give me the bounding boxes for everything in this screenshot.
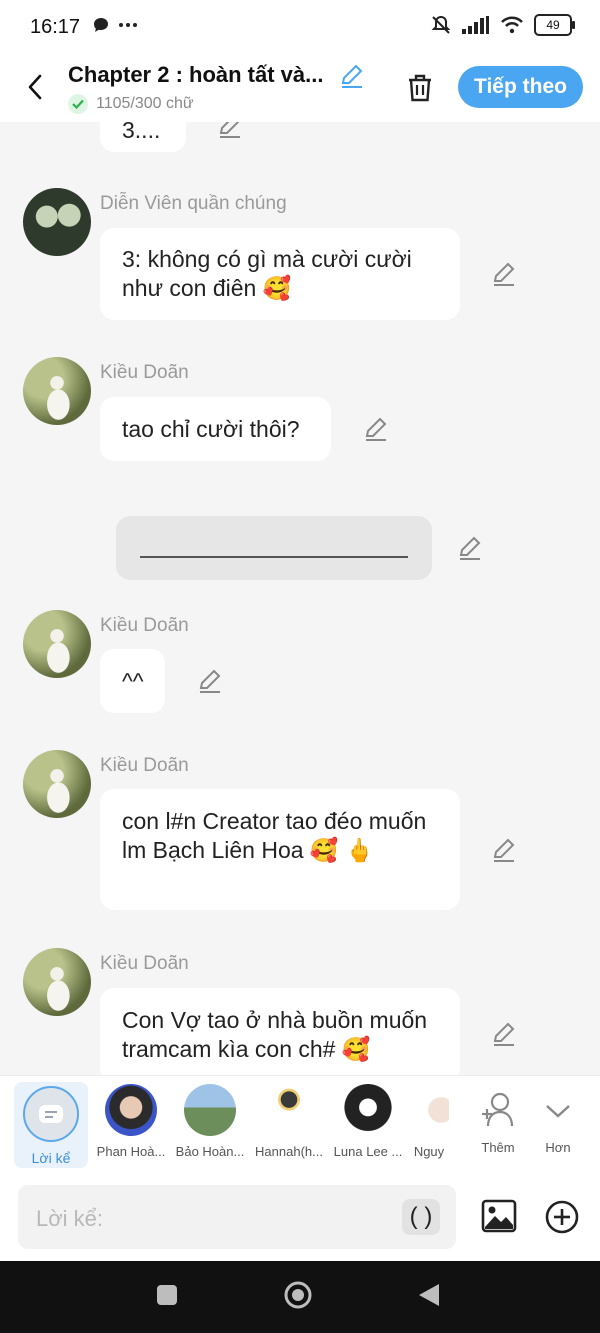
character-item[interactable]: Nguy [409, 1084, 449, 1159]
edit-message-icon[interactable] [490, 260, 518, 288]
word-count: 1105/300 chữ [96, 95, 194, 112]
edit-message-icon[interactable] [216, 122, 244, 140]
editor-header: Chapter 2 : hoàn tất và... 1105/300 chữ … [0, 56, 600, 122]
message-input[interactable]: Lời kể: ( ) [18, 1185, 456, 1249]
character-avatar [105, 1084, 157, 1136]
battery-indicator: 49 [534, 14, 575, 36]
image-icon [481, 1199, 517, 1233]
message-bubble[interactable]: 3: không có gì mà cười cười như con điên… [100, 228, 460, 320]
narrator-avatar [23, 1086, 79, 1142]
chevron-down-icon [546, 1105, 570, 1118]
more-dots-icon [119, 23, 137, 27]
edit-message-icon[interactable] [490, 1020, 518, 1048]
character-item[interactable]: Hannah(h... [251, 1084, 327, 1159]
status-time: 16:17 [30, 16, 81, 38]
character-avatar [184, 1084, 236, 1136]
message-bubble[interactable]: ^^ [100, 649, 165, 713]
avatar[interactable] [23, 610, 91, 678]
edit-message-icon[interactable] [196, 667, 224, 695]
message-bubble[interactable]: Con Vợ tao ở nhà buồn muốn tramcam kìa c… [100, 988, 460, 1075]
character-avatar [342, 1084, 394, 1136]
signal-icon [462, 16, 489, 34]
avatar[interactable] [23, 357, 91, 425]
edit-title-button[interactable] [338, 62, 366, 95]
recent-apps-icon[interactable] [156, 1284, 178, 1306]
plus-circle-icon [545, 1200, 579, 1234]
parenthesis-button[interactable]: ( ) [402, 1199, 440, 1235]
speaker-name: Kiều Doãn [100, 953, 189, 974]
chapter-title[interactable]: Chapter 2 : hoàn tất và... [68, 62, 324, 88]
add-button[interactable] [545, 1200, 579, 1239]
narration-divider [140, 556, 408, 558]
narration-bubble[interactable] [116, 516, 432, 580]
pencil-icon [341, 64, 363, 88]
message-bubble[interactable]: con l#n Creator tao đéo muốn lm Bạch Liê… [100, 789, 460, 910]
edit-message-icon[interactable] [362, 415, 390, 443]
narrator-button[interactable]: Lời kể [14, 1082, 88, 1168]
delete-button[interactable] [402, 70, 438, 106]
home-icon[interactable] [283, 1280, 313, 1310]
narration-icon [39, 1105, 63, 1123]
character-item[interactable]: Phan Hoà... [93, 1084, 169, 1159]
avatar[interactable] [23, 948, 91, 1016]
chat-bubble-icon [94, 18, 108, 32]
next-button[interactable]: Tiếp theo [458, 66, 583, 108]
edit-message-icon[interactable] [490, 836, 518, 864]
input-bar: Lời kể: ( ) [0, 1174, 600, 1261]
character-bar: Lời kể Phan Hoà... Bảo Hoàn... Hannah(h.… [0, 1075, 600, 1174]
more-characters-button[interactable]: Hơn [520, 1084, 596, 1155]
check-icon [68, 94, 88, 114]
speaker-name: Kiều Doãn [100, 755, 189, 776]
avatar[interactable] [23, 188, 91, 256]
wifi-icon [501, 16, 523, 34]
avatar[interactable] [23, 750, 91, 818]
character-item[interactable]: Bảo Hoàn... [172, 1084, 248, 1159]
trash-icon [409, 74, 431, 102]
status-bar: 16:17 49 [0, 0, 600, 56]
chevron-left-icon [28, 74, 42, 100]
speaker-name: Kiều Doãn [100, 362, 189, 383]
character-avatar [263, 1084, 315, 1136]
back-nav-icon[interactable] [417, 1282, 441, 1308]
character-item[interactable]: Luna Lee ... [330, 1084, 406, 1159]
system-nav-bar [0, 1261, 600, 1333]
insert-image-button[interactable] [481, 1199, 517, 1238]
message-bubble[interactable]: 3.... [100, 122, 186, 152]
narrator-label: Lời kể [31, 1150, 71, 1166]
edit-message-icon[interactable] [456, 534, 484, 562]
word-count-status: 1105/300 chữ [68, 94, 194, 114]
back-button[interactable] [20, 70, 50, 104]
character-avatar [409, 1084, 449, 1136]
add-person-icon [482, 1092, 514, 1127]
message-bubble[interactable]: tao chỉ cười thôi? [100, 397, 331, 461]
chat-area: 3.... Diễn Viên quần chúng 3: không có g… [0, 122, 600, 1075]
mute-bell-icon [431, 15, 451, 34]
input-placeholder: Lời kể: [36, 1206, 104, 1231]
speaker-name: Kiều Doãn [100, 615, 189, 636]
speaker-name: Diễn Viên quần chúng [100, 193, 287, 214]
